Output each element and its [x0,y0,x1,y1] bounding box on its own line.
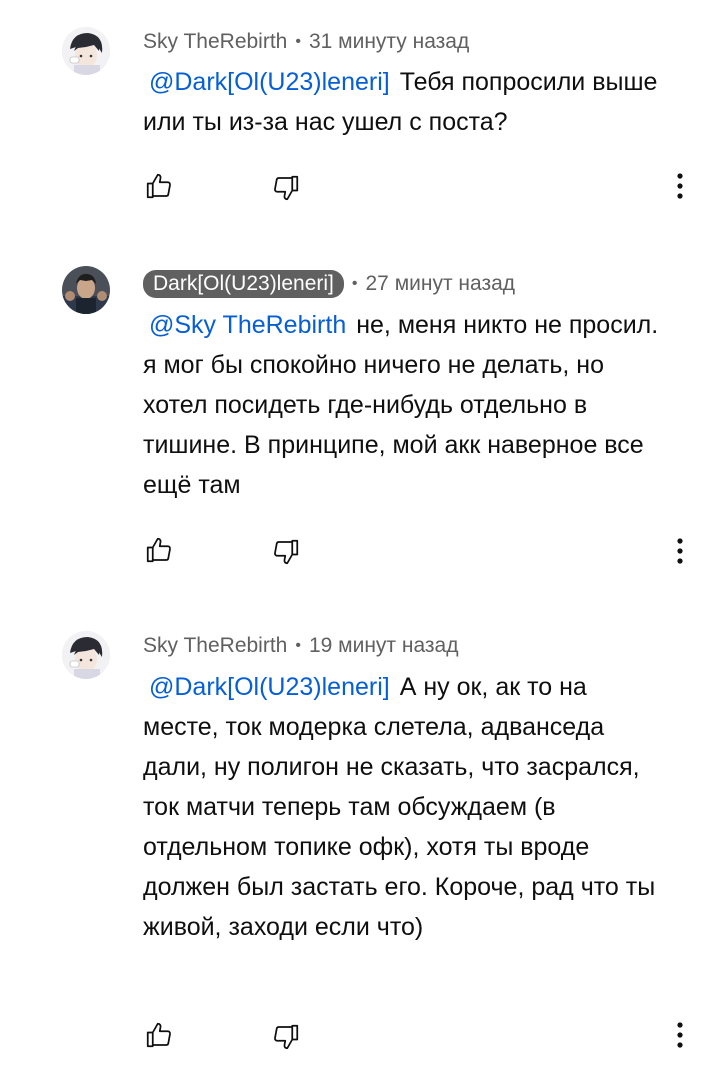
author-name[interactable]: Sky TheRebirth [143,30,287,54]
comment-text: @Sky TheRebirth не, меня никто не просил.… [143,305,673,505]
more-vert-icon[interactable] [664,1017,696,1053]
dislike-button[interactable] [268,1019,304,1055]
comment-text: @Dark[Ol(U23)leneri] А ну ок, ак то на ме… [143,667,663,947]
comment-meta: Sky TheRebirth • 31 минуту назад [143,30,469,54]
comment-body: А ну ок, ак то на месте, ток модерка сле… [143,673,656,941]
thumbs-up-icon [146,173,171,199]
like-button[interactable] [141,1017,177,1053]
like-button[interactable] [141,532,177,568]
timestamp: 19 минут назад [308,634,459,657]
comment-meta: Dark[Ol(U23)leneri] • 27 минут назад [143,270,515,298]
timestamp: 27 минут назад [365,272,516,295]
thumbs-down-icon [274,1024,299,1050]
group-photo-avatar-icon[interactable] [62,266,110,314]
comment-meta: Sky TheRebirth • 19 минут назад [143,634,458,658]
separator-dot: • [295,33,301,50]
timestamp: 31 минуту назад [308,30,470,53]
dislike-button[interactable] [268,534,304,570]
thumbs-up-icon [146,537,171,563]
comment-text: @Dark[Ol(U23)leneri] Тебя попросили выше … [143,62,673,142]
anime-avatar-icon[interactable] [62,27,110,75]
mention-link[interactable]: @Dark[Ol(U23)leneri] [149,68,390,96]
separator-dot: • [295,637,301,654]
more-vert-icon[interactable] [664,533,696,569]
separator-dot: • [351,275,358,292]
dislike-button[interactable] [268,170,304,206]
mention-link[interactable]: @Dark[Ol(U23)leneri] [149,673,390,701]
thumbs-down-icon [274,175,299,201]
comment-body: не, меня никто не просил. я мог бы споко… [143,311,659,499]
thumbs-down-icon [274,539,299,565]
more-vert-icon[interactable] [664,168,696,204]
author-name-badge[interactable]: Dark[Ol(U23)leneri] [143,270,344,298]
author-name[interactable]: Sky TheRebirth [143,634,287,658]
like-button[interactable] [141,168,177,204]
anime-avatar-icon[interactable] [62,631,110,679]
thumbs-up-icon [146,1022,171,1048]
mention-link[interactable]: @Sky TheRebirth [149,311,346,339]
